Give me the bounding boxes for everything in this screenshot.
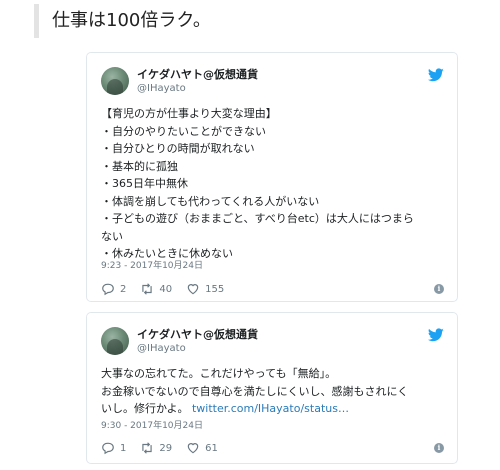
tweet-line-text: いし。修行かよ。 [101,402,189,415]
screen-name[interactable]: @IHayato [137,342,186,355]
tweet-line: 【育児の方が仕事より大変な理由】 [101,107,277,120]
retweet-button[interactable]: 40 [140,282,172,296]
tweet-timestamp[interactable]: 9:23 - 2017年10月24日 [101,260,203,272]
avatar[interactable] [101,327,129,355]
display-name[interactable]: イケダハヤト@仮想通貨 [137,67,258,82]
tweet-line: ・基本的に孤独 [101,159,178,173]
info-icon[interactable]: i [434,284,444,294]
like-count: 155 [205,283,225,295]
reply-button[interactable]: 1 [101,441,126,455]
reply-icon [102,283,114,296]
tweet-line: ・自分のやりたいことができない [101,124,266,138]
tweet-line: ・365日年中無休 [101,177,188,190]
tweet-line: ・子どもの遊び（おままごと、すべり台etc）は大人にはつまら [101,212,414,225]
screen-name[interactable]: @IHayato [137,82,186,95]
heart-icon [187,284,199,295]
embedded-tweet[interactable]: イケダハヤト@仮想通貨 @IHayato 【育児の方が仕事より大変な理由】 ・自… [86,52,458,302]
tweet-text: 【育児の方が仕事より大変な理由】 ・自分のやりたいことができない ・自分ひとりの… [101,105,449,263]
avatar[interactable] [101,67,129,95]
like-count: 61 [205,442,218,454]
twitter-bird-icon[interactable] [428,68,444,82]
tweet-line: ・自分ひとりの時間が取れない [101,142,255,155]
tweet-line: ない [101,229,123,243]
tweet-line: お金稼いでないので自尊心を満たしにくいし、感謝もされにく [101,384,409,398]
tweet-actions: 1 29 61 [101,440,232,456]
quote-text: 仕事は100倍ラク。 [52,10,211,31]
like-button[interactable]: 61 [186,441,218,455]
tweet-actions: 2 40 155 [101,281,238,297]
twitter-bird-icon[interactable] [428,328,444,342]
retweet-button[interactable]: 29 [140,441,172,455]
display-name[interactable]: イケダハヤト@仮想通貨 [137,327,258,342]
reply-button[interactable]: 2 [101,282,126,296]
tweet-line: 大事なの忘れてた。これだけやっても「無給」。 [101,367,337,380]
tweet-line: いし。修行かよ。 twitter.com/IHayato/status… [101,400,449,418]
tweet-text: 大事なの忘れてた。これだけやっても「無給」。 お金稼いでないので自尊心を満たしに… [101,365,449,418]
retweet-icon [142,442,153,454]
tweet-timestamp[interactable]: 9:30 - 2017年10月24日 [101,420,203,432]
retweet-count: 40 [159,283,173,295]
embedded-tweet[interactable]: イケダハヤト@仮想通貨 @IHayato 大事なの忘れてた。これだけやっても「無… [86,312,458,464]
reply-count: 1 [120,442,127,454]
tweet-link[interactable]: twitter.com/IHayato/status… [192,402,349,415]
heart-icon [187,443,199,454]
info-icon[interactable]: i [434,443,444,453]
like-button[interactable]: 155 [186,282,224,296]
reply-icon [102,442,114,455]
blockquote-bar [34,4,39,38]
reply-count: 2 [120,283,127,295]
tweet-line: ・体調を崩しても代わってくれる人がいない [101,194,320,208]
retweet-count: 29 [159,442,173,454]
retweet-icon [142,283,153,295]
